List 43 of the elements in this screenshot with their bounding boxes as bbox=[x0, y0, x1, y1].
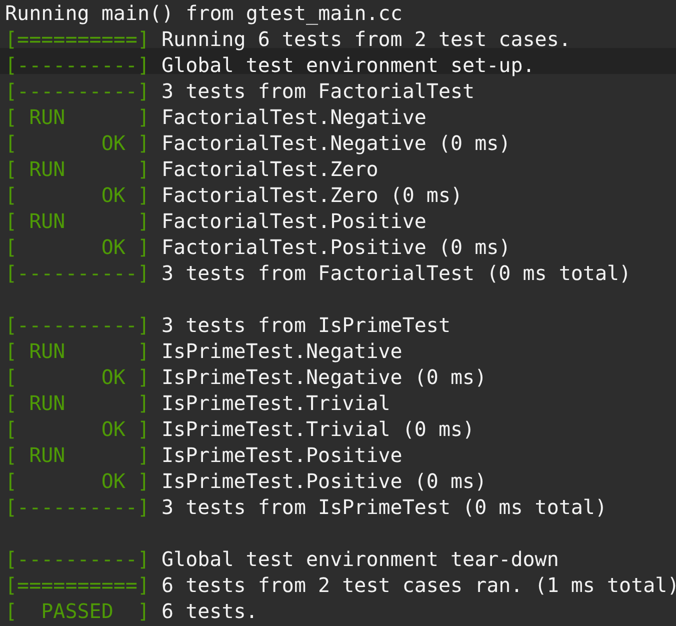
log-line: Global test environment tear-down bbox=[162, 547, 559, 571]
status-tag: [==========] bbox=[5, 27, 150, 51]
log-line: IsPrimeTest.Trivial bbox=[162, 391, 390, 415]
status-tag: [ OK ] bbox=[5, 417, 150, 441]
status-tag: [ RUN ] bbox=[5, 157, 150, 181]
log-line: Running main() from gtest_main.cc bbox=[5, 1, 402, 25]
status-tag: [----------] bbox=[5, 313, 150, 337]
log-line: FactorialTest.Negative bbox=[162, 105, 426, 129]
log-line: FactorialTest.Zero (0 ms) bbox=[162, 183, 463, 207]
status-tag: [ OK ] bbox=[5, 183, 150, 207]
log-line: FactorialTest.Positive (0 ms) bbox=[162, 235, 511, 259]
status-tag: [ RUN ] bbox=[5, 391, 150, 415]
status-tag: [ RUN ] bbox=[5, 105, 150, 129]
log-line: IsPrimeTest.Trivial (0 ms) bbox=[162, 417, 475, 441]
status-tag: [==========] bbox=[5, 573, 150, 597]
log-line: FactorialTest.Positive bbox=[162, 209, 426, 233]
status-tag: [----------] bbox=[5, 495, 150, 519]
status-tag: [ OK ] bbox=[5, 469, 150, 493]
log-line: FactorialTest.Negative (0 ms) bbox=[162, 131, 511, 155]
log-line: IsPrimeTest.Positive bbox=[162, 443, 402, 467]
status-tag: [ PASSED ] bbox=[5, 599, 150, 623]
log-line: Running 6 tests from 2 test cases. bbox=[162, 27, 571, 51]
status-tag: [----------] bbox=[5, 79, 150, 103]
status-tag: [ RUN ] bbox=[5, 209, 150, 233]
log-line: IsPrimeTest.Negative bbox=[162, 339, 402, 363]
log-line: 6 tests. bbox=[162, 599, 258, 623]
status-tag: [ RUN ] bbox=[5, 339, 150, 363]
log-line: 3 tests from IsPrimeTest (0 ms total) bbox=[162, 495, 608, 519]
status-tag: [ OK ] bbox=[5, 365, 150, 389]
log-line: FactorialTest.Zero bbox=[162, 157, 378, 181]
status-tag: [ OK ] bbox=[5, 235, 150, 259]
log-line: IsPrimeTest.Positive (0 ms) bbox=[162, 469, 487, 493]
log-line: 6 tests from 2 test cases ran. (1 ms total) bbox=[162, 573, 676, 597]
status-tag: [----------] bbox=[5, 547, 150, 571]
status-tag: [ OK ] bbox=[5, 131, 150, 155]
log-line: 3 tests from FactorialTest bbox=[162, 79, 475, 103]
log-line: IsPrimeTest.Negative (0 ms) bbox=[162, 365, 487, 389]
status-tag: [----------] bbox=[5, 53, 150, 77]
log-line: 3 tests from IsPrimeTest bbox=[162, 313, 450, 337]
log-line: Global test environment set-up. bbox=[162, 53, 535, 77]
status-tag: [ RUN ] bbox=[5, 443, 150, 467]
status-tag: [----------] bbox=[5, 261, 150, 285]
log-line: 3 tests from FactorialTest (0 ms total) bbox=[162, 261, 632, 285]
